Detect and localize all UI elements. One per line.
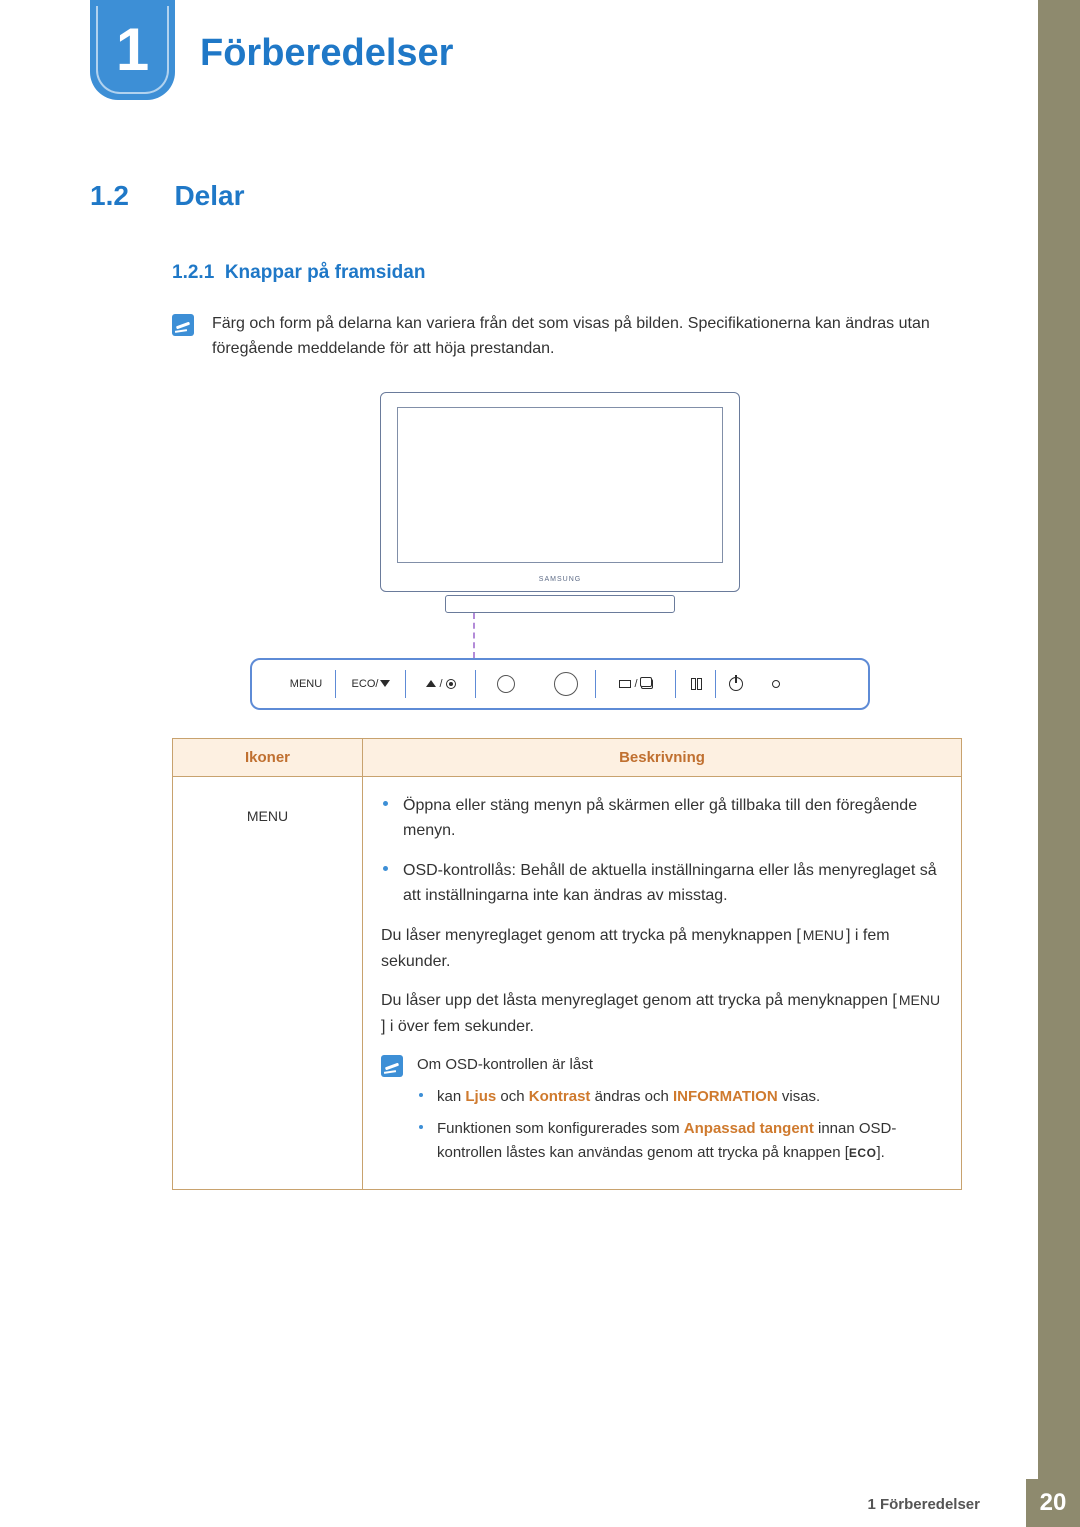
page-content: 1.2 Delar 1.2.1 Knappar på framsidan Fär… [90,180,960,1190]
triangle-up-icon [426,680,436,687]
table-header-description: Beskrivning [363,738,962,776]
description-table: Ikoner Beskrivning MENU Öppna eller stän… [172,738,962,1191]
list-item: Öppna eller stäng menyn på skärmen eller… [381,793,943,844]
monitor-screen [397,407,723,563]
triangle-down-icon [380,680,390,687]
table-desc-cell: Öppna eller stäng menyn på skärmen eller… [363,776,962,1190]
right-margin-stripe [1038,0,1080,1527]
subnote-list: kan Ljus och Kontrast ändras och INFORMA… [417,1085,943,1165]
panel-eco-down-label: ECO/ [336,668,406,700]
list-item: OSD-kontrollås: Behåll de aktuella instä… [381,858,943,909]
power-icon [729,677,743,691]
chapter-title: Förberedelser [200,32,453,75]
table-row: MENU Öppna eller stäng menyn på skärmen … [173,776,962,1190]
button-panel: MENU ECO/ / / [250,658,870,710]
note-icon [172,314,194,336]
panel-up-enter-label: / [406,668,476,700]
bullet-list: Öppna eller stäng menyn på skärmen eller… [381,793,943,909]
note-icon [381,1055,403,1077]
panel-power-icon [716,668,756,700]
page-footer: 1 Förberedelser 20 [0,1479,1080,1527]
chapter-tab: 1 [90,0,175,100]
inline-key-eco: ECO [849,1146,877,1160]
monitor-stand [445,595,675,613]
subsection-number: 1.2.1 [172,262,214,283]
panel-circle-1 [476,668,536,700]
monitor-outline: SAMSUNG [380,392,740,592]
subsection-title: Knappar på framsidan [225,262,426,283]
inline-key-menu: MENU [897,989,942,1011]
circle-icon [497,675,515,693]
panel-circle-2 [536,668,596,700]
paragraph: Du låser menyreglaget genom att trycka p… [381,923,943,974]
highlight-ljus: Ljus [465,1088,496,1105]
panel-led-icon [756,668,796,700]
highlight-anpassad-tangent: Anpassad tangent [684,1120,814,1137]
circle-big-icon [554,672,578,696]
subnote-block: Om OSD-kontrollen är låst kan Ljus och K… [381,1053,943,1173]
panel-menu-label: MENU [276,668,336,700]
callout-dashed-line [473,613,475,658]
section-number: 1.2 [90,180,170,212]
inline-key-menu: MENU [801,924,846,946]
list-item: kan Ljus och Kontrast ändras och INFORMA… [417,1085,943,1109]
panel-slot-icon [676,668,716,700]
monitor-diagram: SAMSUNG MENU ECO/ / / [250,392,870,710]
highlight-information: INFORMATION [673,1088,778,1105]
footer-chapter-ref: 1 Förberedelser [867,1496,980,1513]
menu-key-label: MENU [245,805,290,827]
footer-page-number: 20 [1026,1479,1080,1527]
slot-icon [691,678,696,690]
highlight-kontrast: Kontrast [529,1088,591,1105]
panel-auto-source-label: / [596,668,676,700]
led-icon [772,680,780,688]
subsection-heading: 1.2.1 Knappar på framsidan [172,262,960,284]
section-title: Delar [174,180,244,211]
note-text: Färg och form på delarna kan variera frå… [212,312,960,362]
paragraph: Du låser upp det låsta menyreglaget geno… [381,988,943,1039]
subnote-title: Om OSD-kontrollen är låst [417,1053,943,1077]
table-icon-cell: MENU [173,776,363,1190]
slot-icon [697,678,702,690]
list-item: Funktionen som konfigurerades som Anpass… [417,1117,943,1165]
note-block: Färg och form på delarna kan variera frå… [172,312,960,362]
rectangle-icon [619,680,631,688]
section-heading: 1.2 Delar [90,180,960,212]
table-header-icons: Ikoner [173,738,363,776]
monitor-brand-label: SAMSUNG [381,576,739,583]
